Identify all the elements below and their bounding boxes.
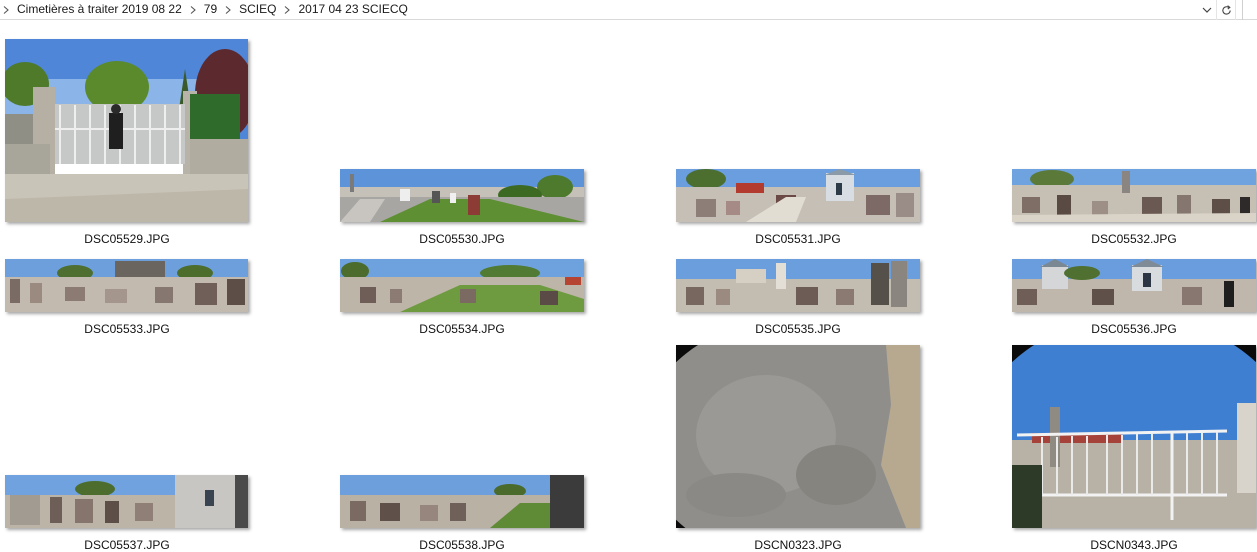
refresh-button[interactable]: [1216, 0, 1236, 20]
image-thumbnail[interactable]: [676, 169, 920, 222]
image-thumbnail[interactable]: [676, 259, 920, 312]
image-thumbnail[interactable]: [5, 475, 248, 528]
file-name[interactable]: DSC05534.JPG: [340, 322, 584, 336]
search-box[interactable]: [1242, 0, 1257, 20]
breadcrumb: Cimetières à traiter 2019 08 22 79 SCIEQ…: [0, 0, 413, 20]
image-thumbnail[interactable]: [5, 39, 248, 222]
image-thumbnail[interactable]: [676, 345, 920, 528]
image-thumbnail[interactable]: [5, 259, 248, 312]
image-thumbnail[interactable]: [340, 169, 584, 222]
breadcrumb-item-cimetieres[interactable]: Cimetières à traiter 2019 08 22: [12, 0, 187, 20]
file-name[interactable]: DSC05530.JPG: [340, 232, 584, 246]
breadcrumb-item-79[interactable]: 79: [199, 0, 222, 20]
breadcrumb-item-scieq[interactable]: SCIEQ: [234, 0, 281, 20]
file-name[interactable]: DSC05537.JPG: [5, 538, 249, 552]
file-name[interactable]: DSC05538.JPG: [340, 538, 584, 552]
chevron-right-icon[interactable]: [222, 0, 234, 20]
chevron-down-icon: [1202, 7, 1212, 13]
address-bar[interactable]: Cimetières à traiter 2019 08 22 79 SCIEQ…: [0, 0, 1257, 20]
file-name[interactable]: DSC05536.JPG: [1012, 322, 1256, 336]
chevron-right-icon[interactable]: [281, 0, 293, 20]
image-thumbnail[interactable]: [1012, 169, 1256, 222]
image-thumbnail[interactable]: [1012, 259, 1256, 312]
file-name[interactable]: DSC05529.JPG: [5, 232, 249, 246]
chevron-right-icon[interactable]: [187, 0, 199, 20]
file-name[interactable]: DSC05531.JPG: [676, 232, 920, 246]
image-thumbnail[interactable]: [340, 475, 584, 528]
file-name[interactable]: DSCN0323.JPG: [676, 538, 920, 552]
file-name[interactable]: DSC05532.JPG: [1012, 232, 1256, 246]
image-thumbnail[interactable]: [1012, 345, 1256, 528]
chevron-right-icon[interactable]: [0, 0, 12, 20]
address-history-dropdown[interactable]: [1198, 0, 1216, 20]
breadcrumb-item-current-folder[interactable]: 2017 04 23 SCIECQ: [293, 0, 412, 20]
refresh-icon: [1221, 4, 1231, 15]
file-name[interactable]: DSCN0343.JPG: [1012, 538, 1256, 552]
image-thumbnail[interactable]: [340, 259, 584, 312]
file-name[interactable]: DSC05535.JPG: [676, 322, 920, 336]
file-name[interactable]: DSC05533.JPG: [5, 322, 249, 336]
